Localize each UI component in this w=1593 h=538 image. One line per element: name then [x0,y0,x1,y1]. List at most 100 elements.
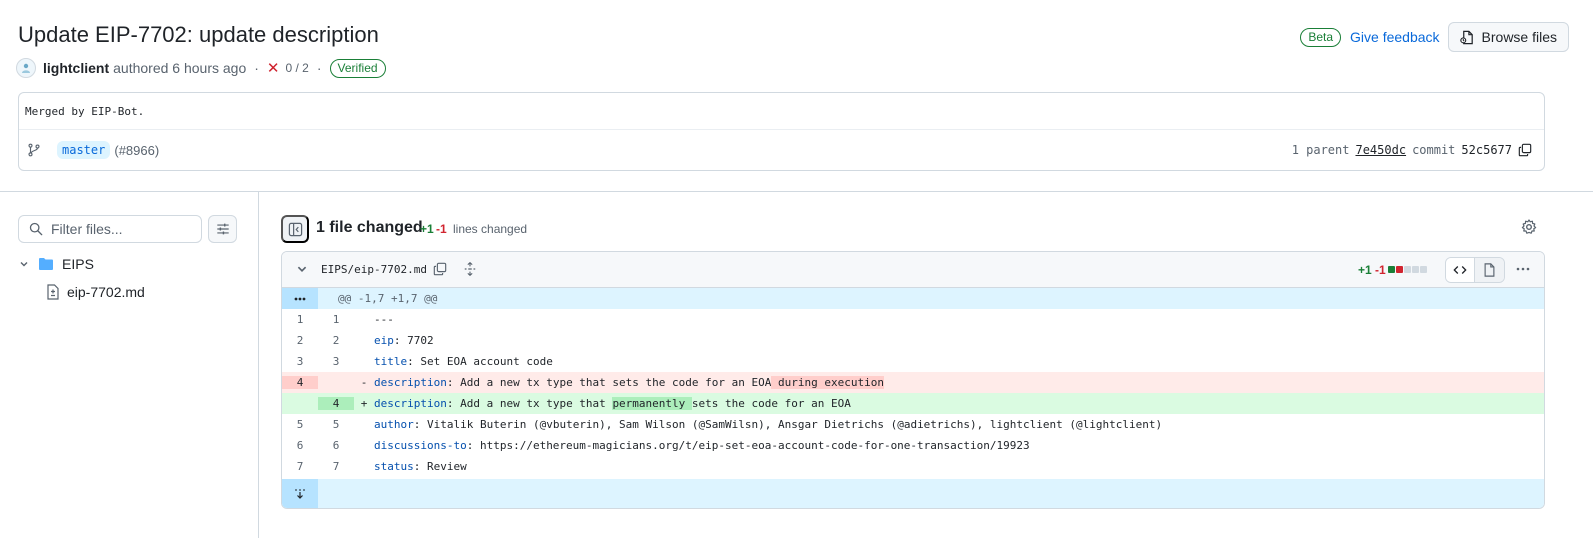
commit-details-box: Merged by EIP-Bot. master (#8966) 1 pare… [18,92,1545,171]
file-code-icon [1459,30,1473,44]
avatar-icon [22,63,30,73]
checks-count[interactable]: 0 / 2 [285,61,308,75]
diff-sign: + [360,397,368,410]
collapse-sidebar-button[interactable] [281,215,309,243]
code-text: : 7702 [393,334,434,347]
code-text: : Add a new tx type that sets the code f… [446,376,772,389]
code-key: discussions-to [374,439,467,452]
code-text: : https://ethereum-magicians.org/t/eip-s… [466,439,1030,452]
code-text: --- [374,313,394,326]
diff-line: 7 7 status: Review [282,456,1544,477]
new-line-number[interactable]: 3 [318,355,354,368]
browse-files-button[interactable]: Browse files [1447,22,1569,52]
diffstat-blocks [1388,266,1428,273]
unfold-down-icon [295,488,305,499]
commit-label: commit [1412,143,1456,157]
file-diff-icon [47,284,59,300]
diff-sign: - [360,376,368,389]
code-text: : Review [413,460,467,473]
code-text: : Set EOA account code [407,355,553,368]
new-line-number[interactable]: 5 [318,418,354,431]
code-key: description [374,376,447,389]
old-line-number[interactable]: 5 [282,418,318,431]
old-line-number[interactable]: 3 [282,355,318,368]
sliders-icon [216,223,229,235]
git-branch-icon [28,143,40,157]
parent-label: 1 parent [1291,143,1350,157]
file-deletions: -1 [1375,263,1386,277]
files-changed-count: 1 file changed [316,219,423,236]
file-additions: +1 [1358,263,1372,277]
chevron-down-icon[interactable] [296,263,308,275]
kebab-horizontal-icon[interactable] [1515,261,1531,277]
sidebar-divider[interactable] [258,192,259,538]
browse-files-label: Browse files [1481,29,1557,45]
branch-tag[interactable]: master [57,141,111,159]
old-line-number[interactable]: 7 [282,460,318,473]
deleted-highlight: during execution [771,376,884,389]
code-key: title [374,355,408,368]
new-line-number[interactable]: 4 [318,397,354,410]
code-key: status [374,460,414,473]
separator-dot: · [316,60,322,76]
file-diff: EIPS/eip-7702.md +1 -1 @@ -1,7 +1,7 @@ 1… [281,251,1545,509]
rich-view-button[interactable] [1475,258,1504,282]
separator-dot: · [254,60,259,76]
copy-icon[interactable] [433,262,447,276]
expand-down-button[interactable] [282,479,318,508]
deleted-line: 4 - description: Add a new tx type that … [282,372,1544,393]
folder-icon [39,258,53,270]
code-key: eip [374,334,394,347]
tree-file-label: eip-7702.md [67,284,145,300]
code-text: : Vitalik Buterin (@vbuterin), Sam Wilso… [413,418,1163,431]
code-key: description [374,397,447,410]
avatar[interactable] [16,58,36,78]
tree-folder-eips[interactable]: EIPS [18,254,94,274]
unfold-icon[interactable] [463,262,477,276]
commit-message: Merged by EIP-Bot. [25,105,145,118]
authored-time: authored 6 hours ago [113,60,247,76]
file-icon [1484,263,1495,277]
code-icon [1453,266,1467,274]
filter-options-button[interactable] [208,215,237,243]
filter-files-field[interactable] [18,215,202,243]
old-line-number[interactable]: 2 [282,334,318,347]
ellipsis-icon [294,297,306,300]
code-view-button[interactable] [1446,258,1476,282]
filter-files-input[interactable] [51,221,191,237]
gear-icon[interactable] [1521,219,1537,235]
page-title: Update EIP-7702: update description [18,22,379,47]
new-line-number[interactable]: 1 [318,313,354,326]
expand-up-button[interactable] [282,288,318,309]
chevron-down-icon[interactable] [18,259,30,269]
parent-sha-link[interactable]: 7e450dc [1355,143,1406,157]
added-highlight: permanently [612,397,692,410]
old-line-number[interactable]: 4 [282,376,318,389]
file-path[interactable]: EIPS/eip-7702.md [321,263,427,276]
divider [19,129,1544,130]
section-divider [0,191,1593,192]
x-icon[interactable]: ✕ [267,59,280,77]
give-feedback-link[interactable]: Give feedback [1350,29,1440,45]
expand-down-row [282,479,1544,508]
diff-line: 3 3 title: Set EOA account code [282,351,1544,372]
beta-badge: Beta [1300,27,1342,47]
new-line-number[interactable]: 6 [318,439,354,452]
copy-icon[interactable] [1518,143,1532,157]
author-link[interactable]: lightclient [43,60,109,76]
commit-meta: lightclient authored 6 hours ago · ✕ 0 /… [16,58,386,78]
hunk-header: @@ -1,7 +1,7 @@ [338,292,438,305]
new-line-number[interactable]: 7 [318,460,354,473]
old-line-number[interactable]: 6 [282,439,318,452]
old-line-number[interactable]: 1 [282,313,318,326]
sidebar-collapse-icon [288,222,302,236]
tree-file-eip-7702[interactable]: eip-7702.md [46,282,145,302]
hunk-header-row: @@ -1,7 +1,7 @@ [282,288,1544,309]
pr-link[interactable]: (#8966) [114,143,159,158]
verified-badge[interactable]: Verified [329,58,386,78]
additions-count: +1 [420,222,434,236]
diff-line: 5 5 author: Vitalik Buterin (@vbuterin),… [282,414,1544,435]
new-line-number[interactable]: 2 [318,334,354,347]
view-toggle [1445,257,1505,283]
code-text: : Add a new tx type that [446,397,613,410]
